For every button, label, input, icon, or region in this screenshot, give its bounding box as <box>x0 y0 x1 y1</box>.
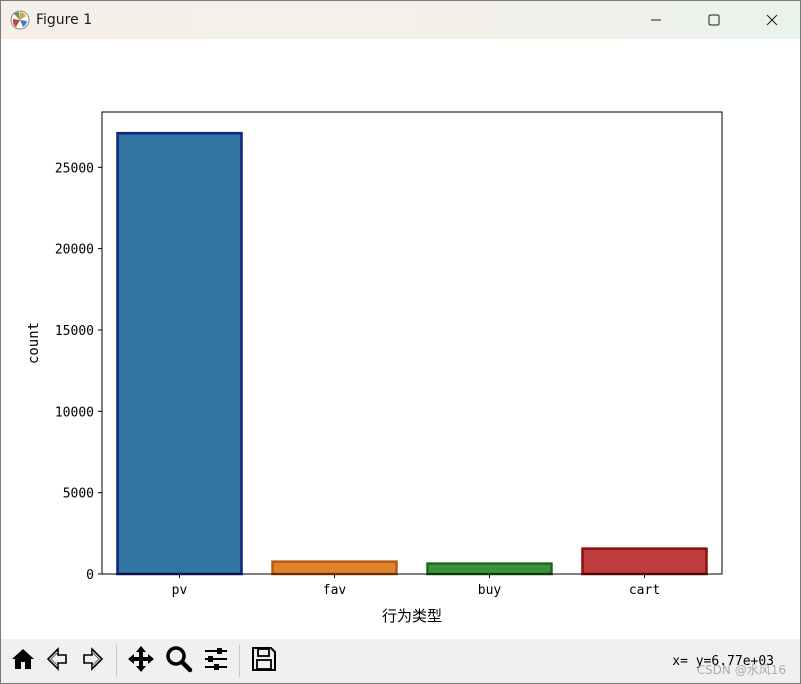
y-tick-label: 20000 <box>55 243 94 258</box>
zoom-button[interactable] <box>163 645 195 677</box>
y-tick-label: 15000 <box>55 324 94 339</box>
home-icon <box>10 646 36 676</box>
maximize-icon <box>708 14 720 26</box>
figure-window: Figure 1 0 5000 10000 15000 20000 25000 pv fav… <box>0 0 801 684</box>
bar-group <box>116 131 708 576</box>
x-axis-ticks: pv fav buy cart <box>172 574 660 598</box>
figure-canvas[interactable]: 0 5000 10000 15000 20000 25000 pv fav buy cart c… <box>1 39 800 639</box>
minimize-button[interactable] <box>627 1 685 39</box>
bar-buy <box>426 562 553 576</box>
save-button[interactable] <box>248 645 280 677</box>
forward-button[interactable] <box>77 645 109 677</box>
close-icon <box>766 14 778 26</box>
x-tick-label: buy <box>478 583 502 598</box>
x-tick-label: cart <box>629 583 660 598</box>
y-axis-label: count <box>26 322 42 364</box>
watermark: CSDN @水风16 <box>696 663 786 677</box>
y-tick-label: 5000 <box>63 487 94 502</box>
bar-chart: 0 5000 10000 15000 20000 25000 pv fav buy cart c… <box>26 111 723 625</box>
pan-icon <box>127 645 155 677</box>
save-icon <box>250 645 278 677</box>
navigation-toolbar: x= y=6.77e+03 CSDN @水风16 <box>1 639 800 683</box>
bar-fav <box>271 560 398 576</box>
close-button[interactable] <box>743 1 801 39</box>
y-tick-label: 0 <box>86 568 94 583</box>
pan-button[interactable] <box>125 645 157 677</box>
configure-subplots-icon <box>202 645 230 677</box>
x-axis-label: 行为类型 <box>382 607 442 625</box>
bar-cart <box>581 547 708 576</box>
y-tick-label: 25000 <box>55 161 94 176</box>
title-bar: Figure 1 <box>1 1 800 39</box>
home-button[interactable] <box>7 645 39 677</box>
back-button[interactable] <box>41 645 73 677</box>
matplotlib-icon <box>10 10 30 30</box>
toolbar-separator <box>116 645 117 677</box>
window-title: Figure 1 <box>36 12 93 28</box>
bar-pv <box>116 131 243 576</box>
minimize-icon <box>650 14 662 26</box>
zoom-icon <box>165 645 193 677</box>
y-tick-label: 10000 <box>55 405 94 420</box>
y-axis-ticks: 0 5000 10000 15000 20000 25000 <box>55 161 102 583</box>
x-tick-label: pv <box>172 583 188 598</box>
forward-icon <box>80 646 106 676</box>
maximize-button[interactable] <box>685 1 743 39</box>
configure-subplots-button[interactable] <box>200 645 232 677</box>
x-tick-label: fav <box>323 583 347 598</box>
back-icon <box>44 646 70 676</box>
toolbar-separator <box>239 645 240 677</box>
